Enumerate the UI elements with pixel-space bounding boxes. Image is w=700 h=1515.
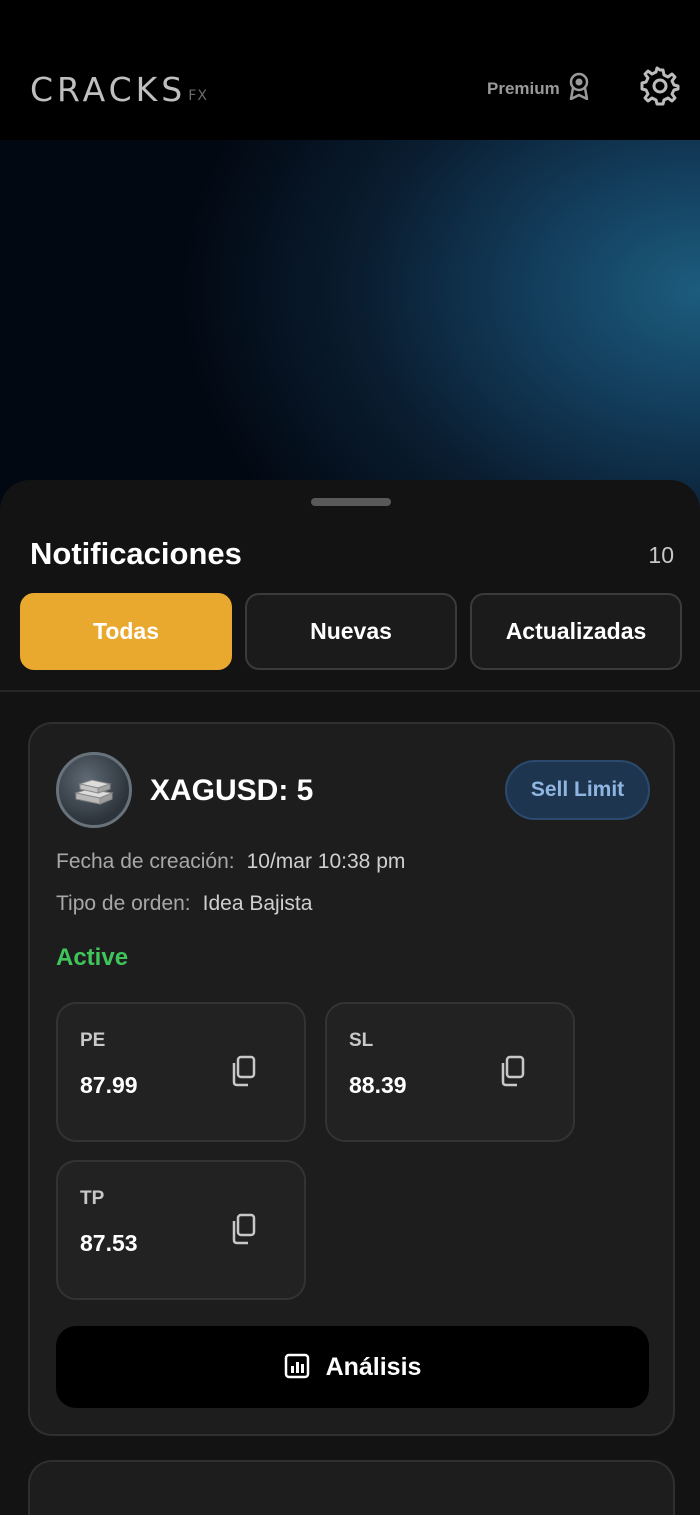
sheet-drag-handle[interactable] (311, 498, 391, 506)
price-value: 87.53 (80, 1230, 138, 1256)
price-label: SL (349, 1030, 374, 1051)
logo-text: CRACKS (30, 70, 187, 109)
sheet-title: Notificaciones (30, 536, 242, 571)
creation-date-row: Fecha de creación: 10/mar 10:38 pm (56, 850, 405, 874)
price-value: 87.99 (80, 1072, 138, 1098)
order-type-badge: Sell Limit (505, 760, 650, 820)
price-box-sl: SL 88.39 (325, 1002, 575, 1142)
analysis-button[interactable]: Análisis (56, 1326, 649, 1408)
tab-todas[interactable]: Todas (20, 593, 232, 670)
app-logo: CRACKS FX (30, 66, 208, 106)
logo-suffix: FX (188, 88, 208, 104)
filter-tabs: Todas Nuevas Actualizadas (20, 593, 682, 670)
divider (0, 690, 700, 692)
tab-actualizadas[interactable]: Actualizadas (470, 593, 682, 670)
silver-bars-icon (56, 752, 132, 828)
price-box-tp: TP 87.53 (56, 1160, 306, 1300)
notification-card-partial[interactable] (28, 1460, 675, 1515)
premium-label: Premium (487, 78, 560, 98)
creation-date-value: 10/mar 10:38 pm (246, 850, 406, 873)
top-bar: CRACKS FX Premium (0, 0, 700, 140)
creation-date-label: Fecha de creación: (56, 850, 235, 873)
analysis-label: Análisis (325, 1352, 422, 1381)
price-label: PE (80, 1030, 106, 1051)
hero-background (0, 140, 700, 510)
gear-icon[interactable] (640, 66, 680, 106)
notification-card[interactable]: XAGUSD: 5 Sell Limit Fecha de creación: 1… (28, 722, 675, 1436)
price-label: TP (80, 1188, 105, 1209)
copy-icon[interactable] (228, 1212, 258, 1246)
award-ribbon-icon (568, 72, 590, 105)
tab-nuevas[interactable]: Nuevas (245, 593, 457, 670)
copy-icon[interactable] (497, 1054, 527, 1088)
instrument-symbol: XAGUSD: 5 (150, 774, 314, 807)
order-type-label: Tipo de orden: (56, 892, 191, 915)
order-type-row: Tipo de orden: Idea Bajista (56, 892, 312, 916)
premium-link[interactable]: Premium (487, 72, 590, 105)
chart-icon (284, 1353, 310, 1382)
notifications-sheet: Notificaciones 10 Todas Nuevas Actualiza… (0, 480, 700, 1515)
notification-count: 10 (648, 542, 674, 568)
status-label: Active (56, 944, 129, 971)
price-value: 88.39 (349, 1072, 407, 1098)
copy-icon[interactable] (228, 1054, 258, 1088)
price-box-pe: PE 87.99 (56, 1002, 306, 1142)
order-type-value: Idea Bajista (202, 892, 313, 915)
